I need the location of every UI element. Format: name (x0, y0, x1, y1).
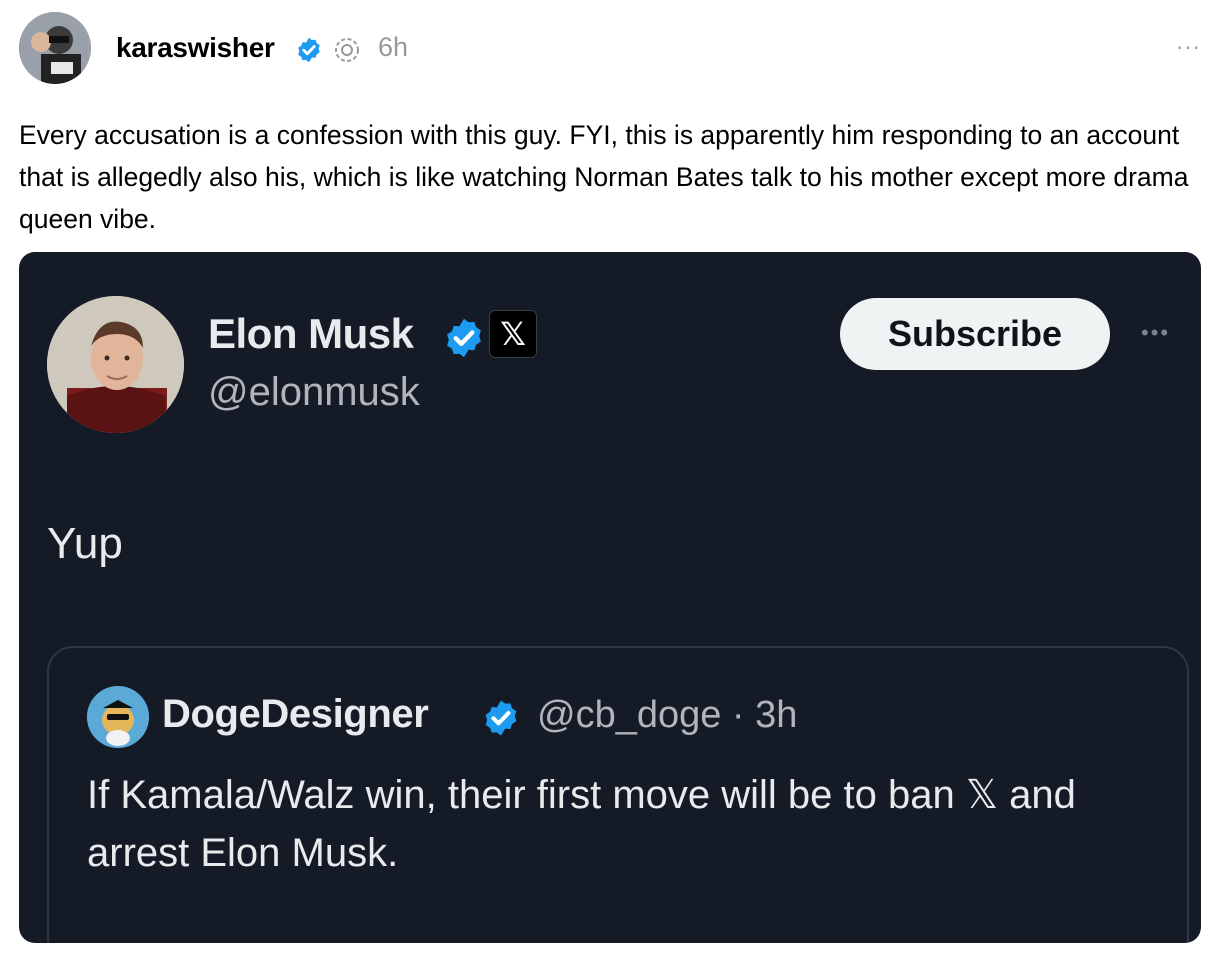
quoted-post-text: If Kamala/Walz win, their first move wil… (87, 773, 1076, 875)
embedded-screenshot: Elon Musk 𝕏 @elonmusk Subscribe ••• Yup … (19, 252, 1201, 943)
embed-post-text: Yup (47, 519, 123, 568)
post-time: 6h (378, 32, 409, 62)
verified-badge-icon (447, 318, 481, 358)
doge-avatar (87, 686, 149, 748)
quoted-author-handle-time: @cb_doge · 3h (537, 694, 798, 736)
threads-icon (335, 38, 359, 62)
more-icon[interactable]: ··· (1176, 34, 1201, 60)
verified-badge-icon (298, 37, 320, 63)
embed-author-handle: @elonmusk (208, 370, 420, 414)
verified-badge-icon (485, 700, 517, 736)
author-username[interactable]: karaswisher (116, 32, 275, 64)
quoted-post: DogeDesigner @cb_doge · 3h If Kamala/Wal… (47, 646, 1189, 943)
post-text: Every accusation is a confession with th… (19, 120, 1189, 234)
subscribe-button: Subscribe (840, 298, 1110, 370)
embed-author-name: Elon Musk (208, 310, 414, 357)
elon-avatar (47, 296, 184, 433)
quoted-author-name: DogeDesigner (162, 692, 429, 736)
x-logo-icon: 𝕏 (489, 310, 537, 358)
post-header: karaswisher 6h ··· (19, 12, 1209, 84)
more-icon: ••• (1141, 320, 1171, 345)
author-avatar[interactable] (19, 12, 91, 84)
